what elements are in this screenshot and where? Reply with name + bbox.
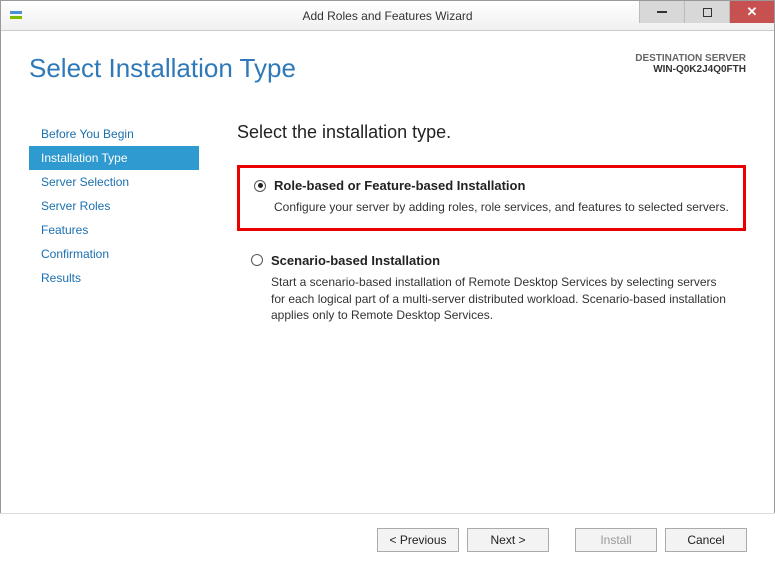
wizard-footer: < Previous Next > Install Cancel xyxy=(0,513,775,565)
option-scenario-based[interactable]: Scenario-based Installation Start a scen… xyxy=(237,243,746,336)
sidebar-item-features[interactable]: Features xyxy=(29,218,199,242)
sidebar-item-confirmation[interactable]: Confirmation xyxy=(29,242,199,266)
destination-server-box: DESTINATION SERVER WIN-Q0K2J4Q0FTH xyxy=(635,53,746,75)
wizard-steps-sidebar: Before You Begin Installation Type Serve… xyxy=(29,122,199,348)
radio-icon[interactable] xyxy=(251,254,263,266)
window-controls: ✕ xyxy=(639,1,774,23)
minimize-button[interactable] xyxy=(639,1,684,23)
page-title: Select Installation Type xyxy=(29,53,296,84)
option-description: Configure your server by adding roles, r… xyxy=(274,199,729,216)
maximize-button[interactable] xyxy=(684,1,729,23)
radio-icon[interactable] xyxy=(254,180,266,192)
sidebar-item-installation-type[interactable]: Installation Type xyxy=(29,146,199,170)
wizard-icon xyxy=(9,8,25,24)
sidebar-item-server-roles[interactable]: Server Roles xyxy=(29,194,199,218)
content-area: Select Installation Type DESTINATION SER… xyxy=(1,31,774,512)
destination-name: WIN-Q0K2J4Q0FTH xyxy=(635,64,746,75)
titlebar: Add Roles and Features Wizard ✕ xyxy=(1,1,774,31)
window-title: Add Roles and Features Wizard xyxy=(302,9,472,23)
previous-button[interactable]: < Previous xyxy=(377,528,459,552)
option-title: Scenario-based Installation xyxy=(271,253,440,268)
sidebar-item-results[interactable]: Results xyxy=(29,266,199,290)
option-title: Role-based or Feature-based Installation xyxy=(274,178,525,193)
close-button[interactable]: ✕ xyxy=(729,1,774,23)
install-button[interactable]: Install xyxy=(575,528,657,552)
instruction-text: Select the installation type. xyxy=(237,122,746,143)
option-role-based[interactable]: Role-based or Feature-based Installation… xyxy=(237,165,746,231)
next-button[interactable]: Next > xyxy=(467,528,549,552)
destination-label: DESTINATION SERVER xyxy=(635,53,746,64)
main-panel: Select the installation type. Role-based… xyxy=(199,122,746,348)
cancel-button[interactable]: Cancel xyxy=(665,528,747,552)
sidebar-item-before-you-begin[interactable]: Before You Begin xyxy=(29,122,199,146)
sidebar-item-server-selection[interactable]: Server Selection xyxy=(29,170,199,194)
option-description: Start a scenario-based installation of R… xyxy=(271,274,732,324)
